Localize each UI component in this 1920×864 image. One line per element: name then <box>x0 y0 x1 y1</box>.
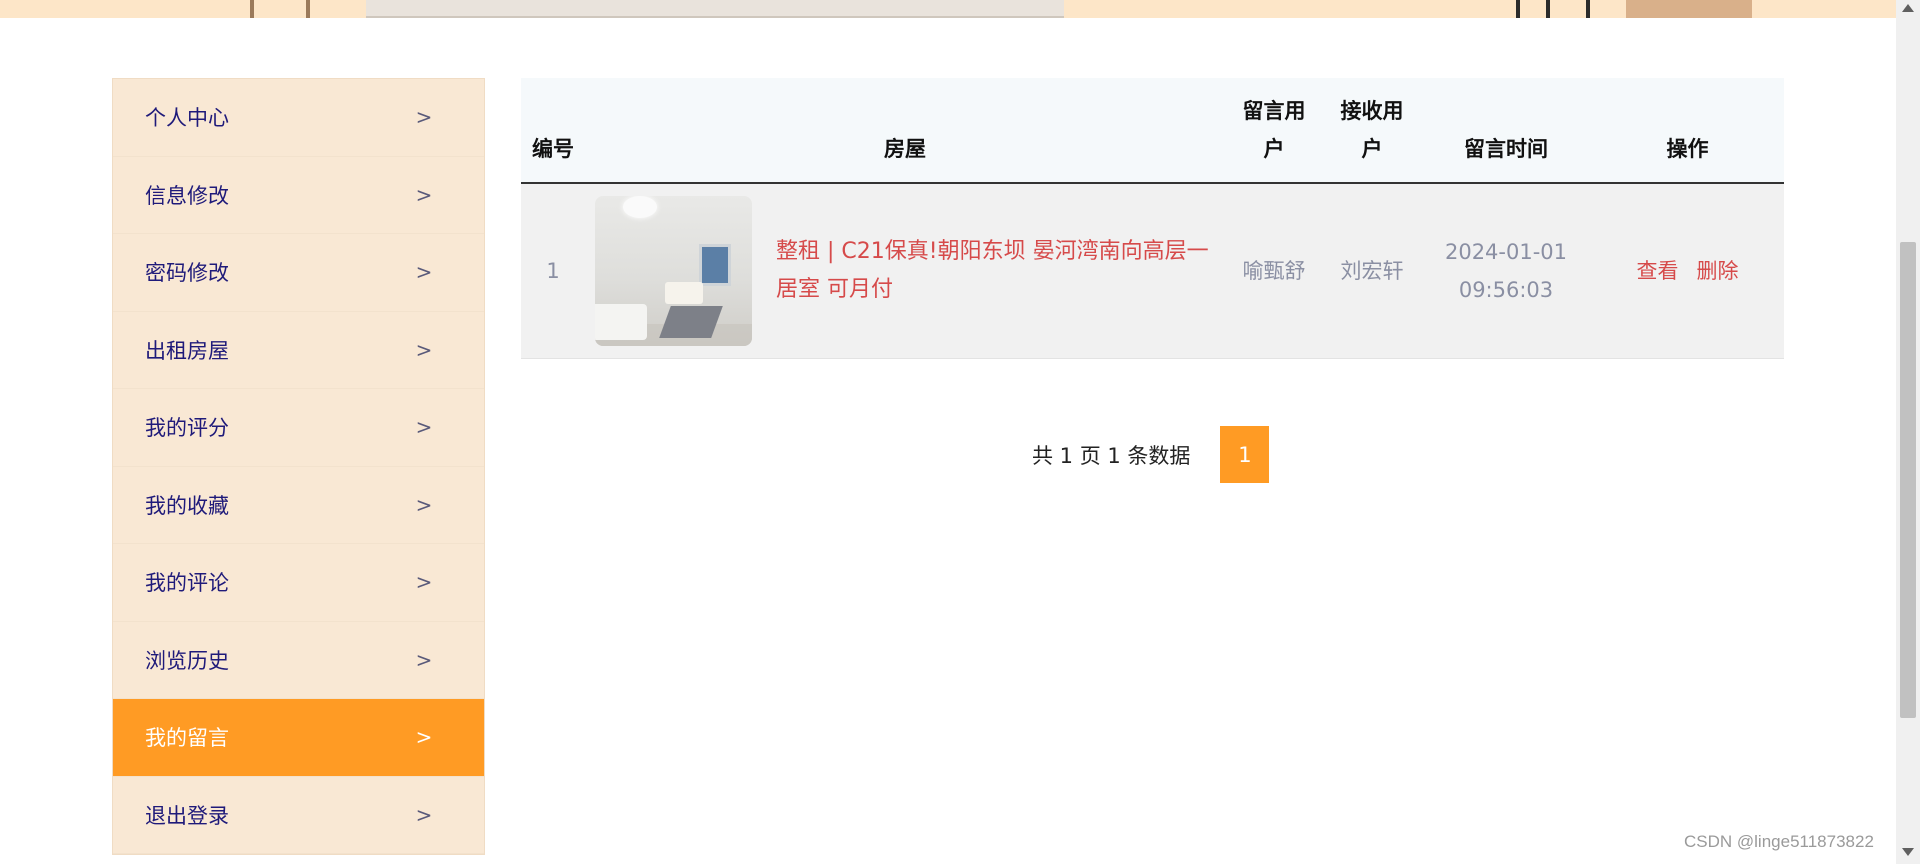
pagination-info: 共 1 页 1 条数据 <box>1032 443 1191 468</box>
sidebar-item-label: 我的收藏 <box>145 493 229 518</box>
sidebar-item-label: 浏览历史 <box>145 648 229 673</box>
banner-decor <box>1586 0 1590 18</box>
sidebar-item-edit-info[interactable]: 信息修改 > <box>113 157 484 234</box>
delete-button[interactable]: 删除 <box>1697 259 1739 283</box>
messages-table: 编号 房屋 留言用户 接收用户 留言时间 操作 1 整租 | C21保真!朝阳东… <box>521 78 1784 359</box>
header-to-user: 接收用户 <box>1323 78 1421 184</box>
chevron-right-icon: > <box>415 802 433 827</box>
chevron-right-icon: > <box>415 570 433 595</box>
house-title-link[interactable]: 整租 | C21保真!朝阳东坝 晏河湾南向高层一居室 可月付 <box>776 233 1215 309</box>
house-thumbnail[interactable] <box>595 196 752 346</box>
sidebar-item-my-ratings[interactable]: 我的评分 > <box>113 389 484 467</box>
top-banner-image <box>0 0 1896 18</box>
table-header: 编号 房屋 留言用户 接收用户 留言时间 操作 <box>521 78 1784 184</box>
page: 个人中心 > 信息修改 > 密码修改 > 出租房屋 > 我的评分 > 我的收藏 … <box>0 0 1920 864</box>
page-number-button[interactable]: 1 <box>1220 426 1270 483</box>
sidebar-item-label: 密码修改 <box>145 261 229 286</box>
vertical-scrollbar[interactable] <box>1896 0 1920 864</box>
chevron-right-icon: > <box>415 647 433 672</box>
sidebar-item-my-favorites[interactable]: 我的收藏 > <box>113 467 484 544</box>
sidebar-item-personal-center[interactable]: 个人中心 > <box>113 79 484 157</box>
scroll-down-arrow-icon[interactable] <box>1902 848 1914 856</box>
sidebar-item-my-messages[interactable]: 我的留言 > <box>113 699 484 777</box>
sidebar-menu: 个人中心 > 信息修改 > 密码修改 > 出租房屋 > 我的评分 > 我的收藏 … <box>112 78 485 855</box>
chevron-right-icon: > <box>415 337 433 362</box>
sidebar-item-label: 我的评分 <box>145 416 229 441</box>
chevron-right-icon: > <box>415 105 433 130</box>
header-message-time: 留言时间 <box>1421 78 1591 184</box>
row-number: 1 <box>521 183 585 359</box>
table-row: 1 整租 | C21保真!朝阳东坝 晏河湾南向高层一居室 可月付 喻甄舒 刘宏轩… <box>521 183 1784 359</box>
banner-decor <box>366 0 1064 18</box>
banner-decor <box>1546 0 1550 18</box>
sidebar-item-label: 信息修改 <box>145 183 229 208</box>
banner-decor <box>306 0 310 18</box>
chevron-right-icon: > <box>415 260 433 285</box>
sidebar-item-label: 出租房屋 <box>145 338 229 363</box>
row-from-user: 喻甄舒 <box>1225 183 1323 359</box>
row-operations: 查看 删除 <box>1591 183 1784 359</box>
chevron-right-icon: > <box>415 415 433 440</box>
view-button[interactable]: 查看 <box>1637 259 1679 283</box>
chevron-right-icon: > <box>415 182 433 207</box>
sidebar-item-rent-house[interactable]: 出租房屋 > <box>113 312 484 389</box>
header-from-user: 留言用户 <box>1225 78 1323 184</box>
scrollbar-thumb[interactable] <box>1900 242 1916 718</box>
sidebar-item-label: 个人中心 <box>145 106 229 131</box>
row-to-user: 刘宏轩 <box>1323 183 1421 359</box>
watermark: CSDN @linge511873822 <box>1684 832 1874 851</box>
header-operations: 操作 <box>1591 78 1784 184</box>
banner-decor <box>1516 0 1520 18</box>
banner-decor <box>1626 0 1752 18</box>
chevron-right-icon: > <box>415 725 433 750</box>
row-message-time: 2024-01-01 09:56:03 <box>1421 183 1591 359</box>
sidebar-item-label: 退出登录 <box>145 803 229 828</box>
chevron-right-icon: > <box>415 492 433 517</box>
sidebar-item-label: 我的留言 <box>145 726 229 751</box>
scroll-up-arrow-icon[interactable] <box>1902 4 1914 12</box>
header-house: 房屋 <box>585 78 1225 184</box>
sidebar-item-my-comments[interactable]: 我的评论 > <box>113 544 484 622</box>
sidebar-item-logout[interactable]: 退出登录 > <box>113 777 484 854</box>
messages-table-container: 编号 房屋 留言用户 接收用户 留言时间 操作 1 整租 | C21保真!朝阳东… <box>521 78 1784 359</box>
sidebar-item-browse-history[interactable]: 浏览历史 > <box>113 622 484 699</box>
pagination: 共 1 页 1 条数据 1 <box>1032 426 1270 483</box>
sidebar-item-label: 我的评论 <box>145 571 229 596</box>
sidebar-item-change-password[interactable]: 密码修改 > <box>113 234 484 312</box>
row-house-cell: 整租 | C21保真!朝阳东坝 晏河湾南向高层一居室 可月付 <box>585 183 1225 359</box>
header-number: 编号 <box>521 78 585 184</box>
banner-decor <box>250 0 254 18</box>
